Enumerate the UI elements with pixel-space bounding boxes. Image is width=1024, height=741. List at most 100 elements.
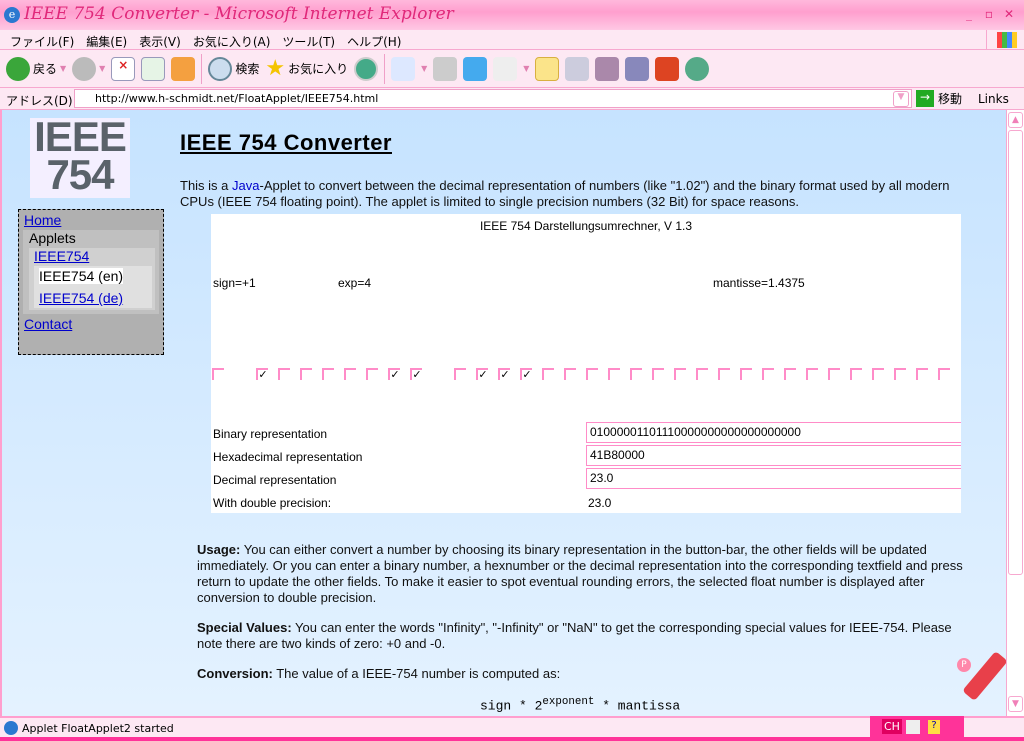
windows-logo-icon: [986, 30, 1024, 50]
bit-checkbox-16[interactable]: [608, 368, 620, 380]
refresh-icon[interactable]: [141, 56, 166, 81]
bit-checkbox-24[interactable]: [784, 368, 796, 380]
page-content: IEEE 754 Home Applets IEEE754 IEEE754 (en…: [0, 110, 1006, 716]
menu-favorites[interactable]: お気に入り(A): [187, 30, 277, 49]
back-button[interactable]: 戻る ▼: [6, 56, 66, 81]
side-nav: Home Applets IEEE754 IEEE754 (en) IEEE75…: [18, 209, 164, 355]
bit-checkbox-18[interactable]: [652, 368, 664, 380]
bit-checkbox-2[interactable]: [278, 368, 290, 380]
bit-checkbox-28[interactable]: [872, 368, 884, 380]
maximize-button[interactable]: ▫: [980, 6, 998, 22]
dropdown-icon[interactable]: ▼: [99, 64, 105, 73]
research-icon[interactable]: [625, 56, 650, 81]
minimize-button[interactable]: _: [960, 6, 978, 22]
menu-tools[interactable]: ツール(T): [276, 30, 341, 49]
java-link[interactable]: Java: [232, 178, 259, 193]
menu-help[interactable]: ヘルプ(H): [341, 30, 407, 49]
bit-checkbox-22[interactable]: [740, 368, 752, 380]
title-bar: e IEEE 754 Converter - Microsoft Interne…: [0, 0, 1024, 30]
nav-contact[interactable]: Contact: [24, 316, 72, 332]
bit-checkbox-19[interactable]: [674, 368, 686, 380]
separator: [384, 53, 386, 84]
bit-checkbox-3[interactable]: [300, 368, 312, 380]
conversion-paragraph: Conversion: The value of a IEEE-754 numb…: [197, 666, 561, 681]
bit-checkbox-7[interactable]: ✓: [388, 368, 400, 381]
menu-edit[interactable]: 編集(E): [80, 30, 133, 49]
mail-icon[interactable]: [391, 56, 416, 81]
bit-checkbox-4[interactable]: [322, 368, 334, 380]
bit-checkbox-11[interactable]: ✓: [498, 368, 510, 381]
scroll-down-icon[interactable]: ▼: [1008, 696, 1023, 712]
bit-checkbox-12[interactable]: ✓: [520, 368, 532, 381]
bit-checkbox-5[interactable]: [344, 368, 356, 380]
messenger-icon[interactable]: [685, 56, 710, 81]
bit-checkbox-17[interactable]: [630, 368, 642, 380]
onenote-icon[interactable]: [595, 56, 620, 81]
intro-paragraph: This is a Java-Applet to convert between…: [180, 178, 950, 209]
nav-ieee754-de[interactable]: IEEE754 (de): [39, 290, 123, 306]
vertical-scrollbar[interactable]: ▲ ▼: [1006, 110, 1024, 716]
dropdown-icon[interactable]: ▼: [60, 64, 66, 73]
print-icon[interactable]: [433, 56, 458, 81]
bit-checkbox-29[interactable]: [894, 368, 906, 380]
bit-checkbox-30[interactable]: [916, 368, 928, 380]
links-button[interactable]: Links: [978, 92, 1009, 106]
bit-checkbox-21[interactable]: [718, 368, 730, 380]
forward-button[interactable]: ▼: [72, 56, 105, 81]
stop-icon[interactable]: ×: [111, 56, 136, 81]
pencil-icon[interactable]: P: [957, 650, 1006, 706]
dropdown-icon[interactable]: ▼: [421, 64, 427, 73]
bit-checkbox-20[interactable]: [696, 368, 708, 380]
ime-lang[interactable]: CH: [882, 719, 902, 734]
bit-checkbox-27[interactable]: [850, 368, 862, 380]
bit-checkbox-10[interactable]: ✓: [476, 368, 488, 381]
bit-checkbox-14[interactable]: [564, 368, 576, 380]
close-button[interactable]: ✕: [1000, 6, 1018, 22]
bit-checkbox-9[interactable]: [454, 368, 466, 380]
binary-label: Binary representation: [213, 427, 328, 441]
skype-icon[interactable]: [463, 56, 488, 81]
nav-ieee754[interactable]: IEEE754: [34, 248, 89, 264]
bit-checkbox-23[interactable]: [762, 368, 774, 380]
bit-checkbox-25[interactable]: [806, 368, 818, 380]
history-icon[interactable]: [354, 56, 379, 81]
journal-icon[interactable]: [565, 56, 590, 81]
menu-view[interactable]: 表示(V): [133, 30, 187, 49]
float-applet: IEEE 754 Darstellungsumrechner, V 1.3 si…: [211, 214, 961, 513]
go-button[interactable]: → 移動: [916, 90, 962, 107]
help-icon[interactable]: ?: [928, 720, 940, 734]
forward-arrow-icon: [72, 56, 97, 81]
keyboard-icon[interactable]: [906, 720, 920, 734]
scroll-up-icon[interactable]: ▲: [1008, 112, 1023, 128]
bit-checkbox-15[interactable]: [586, 368, 598, 380]
star-icon: ★: [265, 56, 286, 81]
home-icon[interactable]: [171, 56, 196, 81]
word-icon[interactable]: [493, 56, 518, 81]
address-input[interactable]: http://www.h-schmidt.net/FloatApplet/IEE…: [74, 89, 912, 108]
status-text: Applet FloatApplet2 started: [22, 722, 174, 735]
favorites-button[interactable]: ★ お気に入り: [265, 56, 348, 81]
download-icon[interactable]: [655, 56, 680, 81]
formula: sign * 2exponent * mantissa: [480, 696, 681, 714]
nav-applets: Applets: [29, 230, 76, 246]
search-button[interactable]: 検索: [208, 56, 259, 81]
bit-checkbox-6[interactable]: [366, 368, 378, 380]
address-dropdown-icon[interactable]: ▼: [893, 91, 909, 107]
bit-checkbox-1[interactable]: ✓: [256, 368, 268, 381]
bit-checkbox-31[interactable]: [938, 368, 950, 380]
special-values-paragraph: Special Values: You can enter the words …: [197, 620, 952, 651]
binary-input[interactable]: 01000001101110000000000000000000: [586, 422, 961, 443]
note-icon[interactable]: [535, 56, 560, 81]
nav-home[interactable]: Home: [24, 212, 61, 228]
bit-checkbox-13[interactable]: [542, 368, 554, 380]
mantisse-readout: mantisse=1.4375: [713, 276, 805, 290]
hex-input[interactable]: 41B80000: [586, 445, 961, 466]
menu-file[interactable]: ファイル(F): [4, 30, 80, 49]
bit-checkbox-26[interactable]: [828, 368, 840, 380]
scroll-thumb[interactable]: [1008, 130, 1023, 575]
dropdown-icon[interactable]: ▼: [523, 64, 529, 73]
bit-checkbox-8[interactable]: ✓: [410, 368, 422, 381]
sign-readout: sign=+1: [213, 276, 256, 290]
decimal-input[interactable]: 23.0: [586, 468, 961, 489]
bit-checkbox-0[interactable]: [212, 368, 224, 380]
